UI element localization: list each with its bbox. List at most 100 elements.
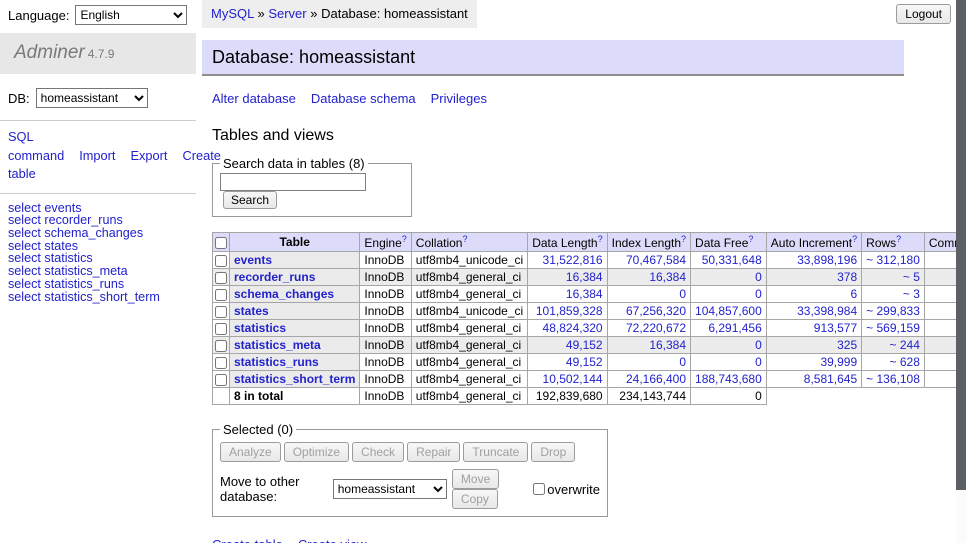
db-select[interactable]: homeassistant [36,88,148,108]
help-link[interactable]: ? [462,234,467,244]
help-link[interactable]: ? [681,234,686,244]
column-header-rows: Rows? [862,233,925,252]
help-link[interactable]: ? [896,234,901,244]
scrollbar-thumb[interactable] [956,0,966,490]
data-length-link[interactable]: 16,384 [566,270,603,284]
rows-estimate-link[interactable]: ~ 569,159 [866,321,920,335]
sidebar-select-link[interactable]: select statistics_short_term [8,291,188,304]
check-button[interactable]: Check [352,442,404,462]
auto-increment-link[interactable]: 6 [850,287,857,301]
data-free-link[interactable]: 188,743,680 [695,372,762,386]
data-free-link[interactable]: 0 [755,355,762,369]
rows-estimate-link[interactable]: ~ 136,108 [866,372,920,386]
auto-increment-link[interactable]: 39,999 [820,355,857,369]
db-action-link[interactable]: Database schema [311,91,416,106]
index-length-link[interactable]: 0 [679,355,686,369]
data-length-link[interactable]: 48,824,320 [543,321,603,335]
row-checkbox[interactable] [215,374,227,386]
sidebar-select-link[interactable]: select schema_changes [8,227,188,240]
sidebar-select-link[interactable]: select statistics_meta [8,265,188,278]
db-action-link[interactable]: Privileges [431,91,487,106]
move-db-select[interactable]: homeassistant [333,479,447,499]
help-link[interactable]: ? [852,234,857,244]
row-checkbox[interactable] [215,306,227,318]
create-link[interactable]: Create table [212,537,283,543]
sidebar-select-link[interactable]: select statistics_runs [8,278,188,291]
scrollbar[interactable] [956,0,966,543]
help-link[interactable]: ? [598,234,603,244]
index-length-link[interactable]: 0 [679,287,686,301]
table-name-link[interactable]: schema_changes [234,287,334,301]
row-checkbox[interactable] [215,289,227,301]
repair-button[interactable]: Repair [407,442,460,462]
select-all-checkbox[interactable] [215,237,227,249]
column-header-auto-increment: Auto Increment? [766,233,861,252]
optimize-button[interactable]: Optimize [284,442,349,462]
row-checkbox[interactable] [215,357,227,369]
data-length-link[interactable]: 31,522,816 [543,253,603,267]
index-length-link[interactable]: 72,220,672 [626,321,686,335]
rows-estimate-link[interactable]: ~ 299,833 [866,304,920,318]
row-checkbox[interactable] [215,323,227,335]
data-free-link[interactable]: 0 [755,270,762,284]
breadcrumb-link[interactable]: MySQL [211,6,254,21]
column-header-data-length: Data Length? [528,233,607,252]
table-name-link[interactable]: events [234,253,272,267]
data-length-link[interactable]: 10,502,144 [543,372,603,386]
index-length-link[interactable]: 70,467,584 [626,253,686,267]
sidebar-action-link[interactable]: Import [79,148,115,163]
sidebar-action-link[interactable]: SQL command [8,129,64,163]
table-name-link[interactable]: recorder_runs [234,270,315,284]
sidebar-action-link[interactable]: Export [130,148,167,163]
move-button[interactable]: Move [452,469,499,489]
rows-estimate-link[interactable]: ~ 244 [890,338,920,352]
table-name-link[interactable]: statistics_short_term [234,372,355,386]
index-length-link[interactable]: 67,256,320 [626,304,686,318]
index-length-link[interactable]: 16,384 [649,338,686,352]
table-row: statistics_short_termInnoDButf8mb4_gener… [213,371,966,388]
overwrite-checkbox[interactable] [533,483,545,495]
breadcrumb-link[interactable]: Server [268,6,306,21]
rows-estimate-link[interactable]: ~ 3 [903,287,920,301]
create-link[interactable]: Create view [298,537,367,543]
copy-button[interactable]: Copy [452,489,498,509]
auto-increment-link[interactable]: 33,898,196 [797,253,857,267]
data-free-link[interactable]: 50,331,648 [702,253,762,267]
rows-estimate-link[interactable]: ~ 5 [903,270,920,284]
table-name-link[interactable]: states [234,304,269,318]
table-name-link[interactable]: statistics [234,321,286,335]
truncate-button[interactable]: Truncate [463,442,528,462]
drop-button[interactable]: Drop [531,442,575,462]
help-link[interactable]: ? [748,234,753,244]
rows-estimate-link[interactable]: ~ 628 [890,355,920,369]
auto-increment-link[interactable]: 325 [837,338,857,352]
data-length-link[interactable]: 49,152 [566,338,603,352]
auto-increment-link[interactable]: 8,581,645 [804,372,857,386]
rows-estimate-link[interactable]: ~ 312,180 [866,253,920,267]
row-checkbox[interactable] [215,340,227,352]
data-free-link[interactable]: 6,291,456 [708,321,761,335]
row-checkbox[interactable] [215,255,227,267]
row-checkbox[interactable] [215,272,227,284]
search-input[interactable] [220,173,366,191]
index-length-link[interactable]: 24,166,400 [626,372,686,386]
auto-increment-link[interactable]: 913,577 [814,321,857,335]
language-select[interactable]: English [75,5,187,25]
auto-increment-link[interactable]: 378 [837,270,857,284]
data-length-link[interactable]: 16,384 [566,287,603,301]
table-name-link[interactable]: statistics_runs [234,355,319,369]
data-free-link[interactable]: 104,857,600 [695,304,762,318]
index-length-link[interactable]: 16,384 [649,270,686,284]
rows-estimate-cell: ~ 312,180 [862,252,925,269]
data-length-link[interactable]: 49,152 [566,355,603,369]
table-name-link[interactable]: statistics_meta [234,338,321,352]
data-free-link[interactable]: 0 [755,338,762,352]
data-free-link[interactable]: 0 [755,287,762,301]
data-length-link[interactable]: 101,859,328 [536,304,603,318]
db-action-link[interactable]: Alter database [212,91,296,106]
analyze-button[interactable]: Analyze [220,442,281,462]
help-link[interactable]: ? [402,234,407,244]
logout-button[interactable]: Logout [896,4,951,24]
search-button[interactable]: Search [223,191,277,209]
auto-increment-link[interactable]: 33,398,984 [797,304,857,318]
